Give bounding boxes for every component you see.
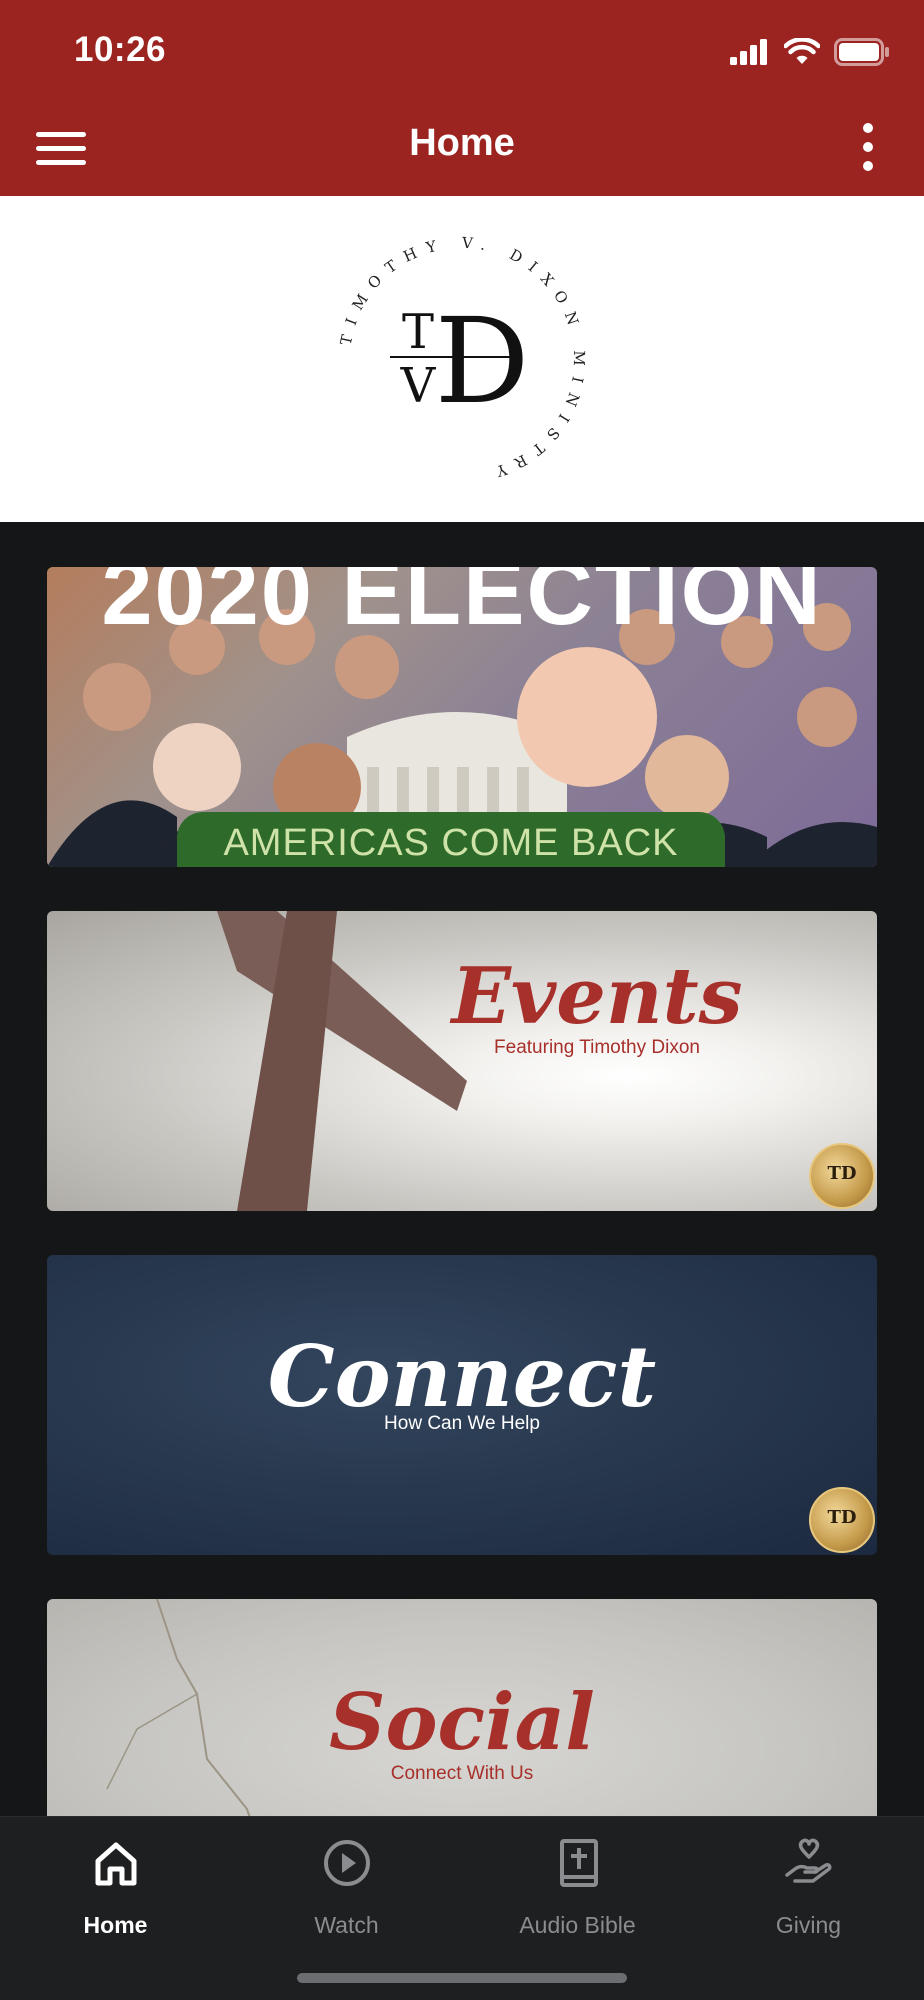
- home-icon: [95, 1842, 136, 1886]
- battery-icon: [834, 38, 889, 66]
- election-banner-subtitle: AMERICAS COME BACK: [223, 822, 679, 864]
- nav-tab-giving[interactable]: Giving: [693, 1817, 924, 1967]
- app-screen: 10:26 Home TIMOTHY V. DIXON MINISTRY T V…: [0, 0, 924, 2000]
- bottom-navigation: Home Watch Audio Bible Giving: [0, 1816, 924, 2000]
- nav-label-watch: Watch: [314, 1912, 379, 1938]
- ministry-seal-icon: TD: [809, 1487, 875, 1553]
- giving-hand-icon: [784, 1838, 832, 1883]
- logo-monogram-v: V: [400, 358, 437, 414]
- events-banner-title: Events: [451, 951, 743, 1042]
- ministry-logo-header: TIMOTHY V. DIXON MINISTRY T V D: [0, 196, 924, 522]
- page-title: Home: [409, 122, 515, 164]
- nav-label-home: Home: [83, 1912, 148, 1938]
- status-icons: [730, 38, 890, 66]
- nav-tab-audio-bible[interactable]: Audio Bible: [462, 1817, 693, 1967]
- home-indicator[interactable]: [297, 1973, 627, 1983]
- top-app-bar: 10:26 Home: [0, 0, 924, 196]
- ministry-logo: TIMOTHY V. DIXON MINISTRY T V D: [337, 234, 579, 484]
- election-banner-title: 2020 ELECTION: [101, 567, 823, 644]
- wifi-icon: [784, 38, 820, 64]
- nav-label-giving: Giving: [775, 1912, 842, 1938]
- play-circle-icon: [323, 1840, 370, 1886]
- social-banner-subtitle: Connect With Us: [390, 1763, 534, 1784]
- nav-tab-home[interactable]: Home: [0, 1817, 231, 1967]
- logo-monogram-d: D: [435, 292, 530, 430]
- connect-banner-subtitle: How Can We Help: [384, 1413, 540, 1434]
- status-time: 10:26: [74, 30, 167, 69]
- connect-banner[interactable]: Connect How Can We Help TD: [47, 1255, 877, 1555]
- events-banner[interactable]: Events Featuring Timothy Dixon TD: [47, 911, 877, 1211]
- election-banner[interactable]: 2020 ELECTION AMERICAS COME BACK: [47, 567, 877, 867]
- nav-tab-watch[interactable]: Watch: [231, 1817, 462, 1967]
- cellular-signal-icon: [730, 39, 767, 65]
- bible-icon: [559, 1839, 598, 1887]
- nav-label-audio-bible: Audio Bible: [519, 1912, 636, 1938]
- logo-monogram-t: T: [402, 304, 434, 360]
- more-vertical-icon: [863, 123, 873, 171]
- social-banner-title: Social: [329, 1677, 595, 1768]
- events-banner-subtitle: Featuring Timothy Dixon: [494, 1037, 700, 1058]
- connect-banner-title: Connect: [267, 1327, 657, 1426]
- more-options-button[interactable]: [848, 118, 888, 174]
- ministry-seal-icon: TD: [809, 1143, 875, 1209]
